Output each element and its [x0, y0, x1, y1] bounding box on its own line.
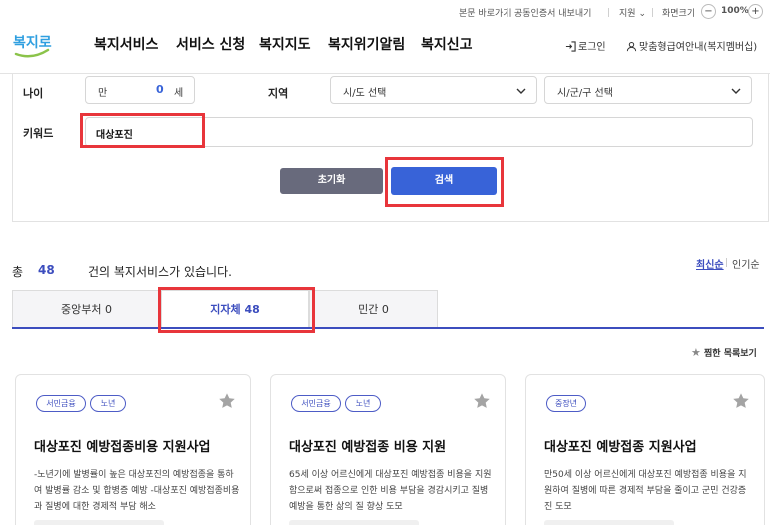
- region-label: 지역: [268, 87, 289, 100]
- keyword-label: 키워드: [23, 127, 54, 140]
- nav-crisis-alert[interactable]: 복지위기알림: [328, 34, 405, 54]
- site-header: 복지로 복지서비스 서비스 신청 복지지도 복지위기알림 복지신고 로그인 맞춤…: [0, 24, 770, 74]
- card-description: 만50세 이상 어르신에게 대상포진 예방접종 비용을 지원하여 질병에 따른 …: [544, 470, 747, 512]
- favorite-star-icon[interactable]: [473, 392, 491, 410]
- sort-popular-button[interactable]: 인기순: [732, 256, 760, 271]
- star-icon: ★: [691, 346, 701, 359]
- zoom-label: 화면크기: [662, 9, 696, 19]
- sido-select[interactable]: 시/도 선택: [330, 76, 537, 104]
- tab-private[interactable]: 민간 0: [309, 290, 438, 328]
- favorites-list-button[interactable]: ★ 찜한 목록보기: [691, 346, 757, 359]
- membership-guide-link[interactable]: 맞춤형급여안내(복지멤버십): [626, 38, 757, 53]
- favorite-star-icon[interactable]: [732, 392, 750, 410]
- chevron-down-icon: [731, 88, 741, 94]
- nav-welfare-report[interactable]: 복지신고: [421, 34, 473, 54]
- skip-to-content-link[interactable]: 본문 바로가기: [459, 6, 512, 19]
- service-card[interactable]: 서민금융 노년 대상포진 예방접종 비용 지원 65세 이상 어르신에게 대상포…: [270, 374, 506, 525]
- nav-service-apply[interactable]: 서비스 신청: [176, 34, 245, 54]
- favorite-star-icon[interactable]: [218, 392, 236, 410]
- card-title: 대상포진 예방접종비용 지원사업: [34, 440, 211, 455]
- divider: [726, 258, 727, 267]
- tab-local-government[interactable]: 지자체 48: [161, 290, 309, 328]
- chevron-down-icon: [516, 88, 526, 94]
- category-tag: 중장년: [546, 395, 586, 412]
- zoom-out-button[interactable]: −: [701, 4, 716, 19]
- zoom-in-button[interactable]: +: [748, 4, 763, 19]
- site-logo[interactable]: 복지로: [12, 26, 52, 60]
- category-tag: 노년: [345, 395, 381, 412]
- card-meta-placeholder: [544, 520, 674, 525]
- divider: [652, 8, 653, 17]
- login-label: 로그인: [578, 42, 606, 53]
- card-meta-placeholder: [34, 520, 164, 525]
- cert-export-link[interactable]: 공동인증서 내보내기: [514, 6, 591, 19]
- category-tag: 서민금융: [36, 395, 86, 412]
- age-prefix: 만: [98, 88, 108, 99]
- total-suffix: 건의 복지서비스가 있습니다.: [88, 265, 232, 279]
- category-tag: 노년: [90, 395, 126, 412]
- tabs-underline: [12, 327, 764, 329]
- logo-text: 복지로: [13, 35, 52, 51]
- divider: [608, 8, 609, 17]
- total-prefix: 총: [12, 265, 24, 279]
- user-icon: [626, 41, 637, 52]
- keyword-value: 대상포진: [96, 130, 133, 141]
- nav-welfare-map[interactable]: 복지지도: [259, 34, 311, 54]
- login-link[interactable]: 로그인: [565, 38, 606, 53]
- chevron-down-icon: ⌄: [638, 9, 646, 19]
- logo-icon: 복지로: [13, 35, 52, 58]
- zoom-value: 100%: [721, 6, 749, 16]
- login-icon: [565, 41, 576, 52]
- card-description: 65세 이상 어르신에게 대상포진 예방접종 비용을 지원함으로써 접종으로 인…: [289, 470, 492, 512]
- card-title: 대상포진 예방접종 지원사업: [544, 440, 697, 455]
- membership-guide-label: 맞춤형급여안내(복지멤버십): [639, 42, 758, 53]
- service-card[interactable]: 중장년 대상포진 예방접종 지원사업 만50세 이상 어르신에게 대상포진 예방…: [525, 374, 765, 525]
- card-title: 대상포진 예방접종 비용 지원: [289, 440, 447, 455]
- favorites-list-label: 찜한 목록보기: [704, 349, 757, 359]
- age-suffix: 세: [174, 88, 184, 99]
- sigungu-placeholder: 시/군/구 선택: [557, 88, 613, 99]
- category-tag: 서민금융: [291, 395, 341, 412]
- keyword-input[interactable]: 대상포진: [85, 117, 753, 147]
- age-input[interactable]: 만 0 세: [85, 76, 195, 104]
- tab-central-ministry[interactable]: 중앙부처 0: [12, 290, 161, 328]
- card-meta-placeholder: [289, 520, 419, 525]
- reset-button[interactable]: 초기화: [280, 168, 383, 194]
- sort-latest-button[interactable]: 최신순: [696, 256, 724, 271]
- age-value: 0: [156, 83, 164, 96]
- support-label: 지원: [619, 9, 636, 19]
- search-button[interactable]: 검색: [391, 167, 497, 195]
- divider: [507, 8, 508, 17]
- support-menu[interactable]: 지원 ⌄: [619, 6, 646, 19]
- service-card[interactable]: 서민금융 노년 대상포진 예방접종비용 지원사업 -노년기에 발병률이 높은 대…: [15, 374, 251, 525]
- card-description: -노년기에 발병률이 높은 대상포진의 예방접종을 통하여 발병률 감소 및 합…: [34, 470, 240, 512]
- utility-bar: 본문 바로가기 공동인증서 내보내기 지원 ⌄ 화면크기 − 100% +: [0, 0, 770, 24]
- total-count: 48: [38, 263, 55, 277]
- sido-placeholder: 시/도 선택: [343, 88, 387, 99]
- age-label: 나이: [23, 87, 44, 100]
- nav-welfare-services[interactable]: 복지서비스: [94, 34, 158, 54]
- sigungu-select[interactable]: 시/군/구 선택: [544, 76, 752, 104]
